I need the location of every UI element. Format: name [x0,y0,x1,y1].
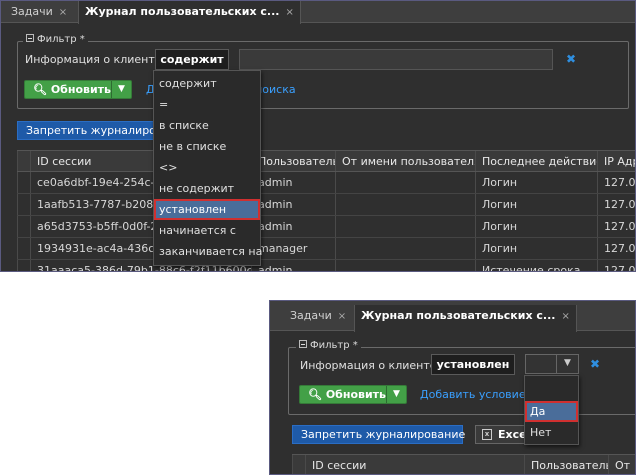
option-not-equals[interactable]: <> [154,157,260,178]
add-condition-link[interactable]: Добавить условие поиска [420,388,524,401]
tab-user-sessions-log[interactable]: Журнал пользовательских с... × [78,1,301,24]
client-info-input[interactable] [239,49,553,70]
table-row[interactable]: 31aaaca5-386d-79b1-88c6-f2f11b600c5e adm… [17,260,635,271]
excel-icon: x [482,429,492,440]
close-icon[interactable]: × [59,7,67,18]
tab-tasks[interactable]: Задачи × [5,1,73,23]
search-icon: 🔍︎ [33,83,47,96]
chevron-down-icon[interactable]: ▼ [556,355,578,373]
table-row[interactable]: a65d3753-b5ff-0d0f-28a admin Логин 127.0… [17,216,635,238]
column-on-behalf[interactable]: От [608,455,635,474]
tab-tasks[interactable]: Задачи × [284,305,352,327]
sessions-table: ID сессии Пользователь От [292,454,635,474]
sessions-table: ID сессии Пользователь От имени пользова… [17,150,635,271]
column-user[interactable]: Пользователь [524,455,608,474]
option-ends-with[interactable]: заканчивается на [154,241,262,262]
column-session-id[interactable]: ID сессии [305,455,524,474]
column-on-behalf[interactable]: От имени пользователя [335,151,475,171]
option-no[interactable]: Нет [525,422,578,443]
table-row[interactable]: ce0a6dbf-19e4-254c-dee admin Логин 127.0… [17,172,635,194]
collapse-icon[interactable] [26,34,34,42]
close-icon[interactable]: × [338,311,346,322]
column-last-action[interactable]: Последнее действие [475,151,597,171]
value-select[interactable]: ▼ [525,354,579,374]
option-in-list[interactable]: в списке [154,115,260,136]
option-equals[interactable]: = [154,94,260,115]
option-yes[interactable]: Да [525,401,578,422]
option-starts-with[interactable]: начинается с [154,220,260,241]
column-user[interactable]: Пользователь [251,151,335,171]
disable-logging-button[interactable]: Запретить журналирование [292,425,465,444]
client-info-label: Информация о клиенте [300,359,437,372]
tab-bar: Задачи × Журнал пользовательских с... × [270,301,635,332]
refresh-label: 🔍︎ Обновить [308,388,387,401]
chevron-down-icon[interactable]: ▼ [386,386,406,403]
collapse-icon[interactable] [299,340,307,348]
chevron-down-icon[interactable]: ▼ [111,81,131,98]
table-header: ID сессии Пользователь От [292,454,635,474]
disable-logging-button[interactable]: Запретить журналирование [17,121,159,140]
option-contains[interactable]: содержит [154,73,260,94]
option-empty[interactable] [525,378,578,399]
table-row[interactable]: 1934931e-ac4a-436c-5c3 manager Логин 127… [17,238,635,260]
option-is-set[interactable]: установлен [154,199,260,220]
panel-filter-operator: Задачи × Журнал пользовательских с... × Фи… [0,0,636,272]
operator-button[interactable]: содержит [155,49,229,70]
close-icon[interactable]: × [561,311,569,322]
panel-filter-value: Задачи × Журнал пользовательских с... × Фи… [269,300,636,475]
operator-button[interactable]: установлен [431,354,515,375]
refresh-label: 🔍︎ Обновить [33,83,112,96]
column-ip[interactable]: IP Адрес [597,151,635,171]
close-icon[interactable]: × [285,7,293,18]
table-row[interactable]: 1aafb513-7787-b208-e53 admin Логин 127.0… [17,194,635,216]
tab-bar: Задачи × Журнал пользовательских с... × [1,1,635,24]
search-icon: 🔍︎ [308,388,322,401]
header-selector [17,151,30,171]
refresh-button[interactable]: 🔍︎ Обновить ▼ [299,385,407,404]
client-info-label: Информация о клиенте [25,53,162,66]
operator-dropdown: содержит = в списке не в списке <> не со… [153,70,262,266]
header-selector [292,455,305,474]
option-not-contains[interactable]: не содержит [154,178,260,199]
refresh-button[interactable]: 🔍︎ Обновить ▼ [24,80,132,99]
value-dropdown: Да Нет [524,375,579,445]
filter-legend[interactable]: Фильтр * [23,34,88,45]
clear-icon[interactable]: ✖ [566,52,576,66]
table-header: ID сессии Пользователь От имени пользова… [17,150,635,172]
option-not-in-list[interactable]: не в списке [154,136,260,157]
tab-user-sessions-log[interactable]: Журнал пользовательских с... × [354,305,577,332]
clear-icon[interactable]: ✖ [590,357,600,371]
filter-legend[interactable]: Фильтр * [296,340,361,351]
